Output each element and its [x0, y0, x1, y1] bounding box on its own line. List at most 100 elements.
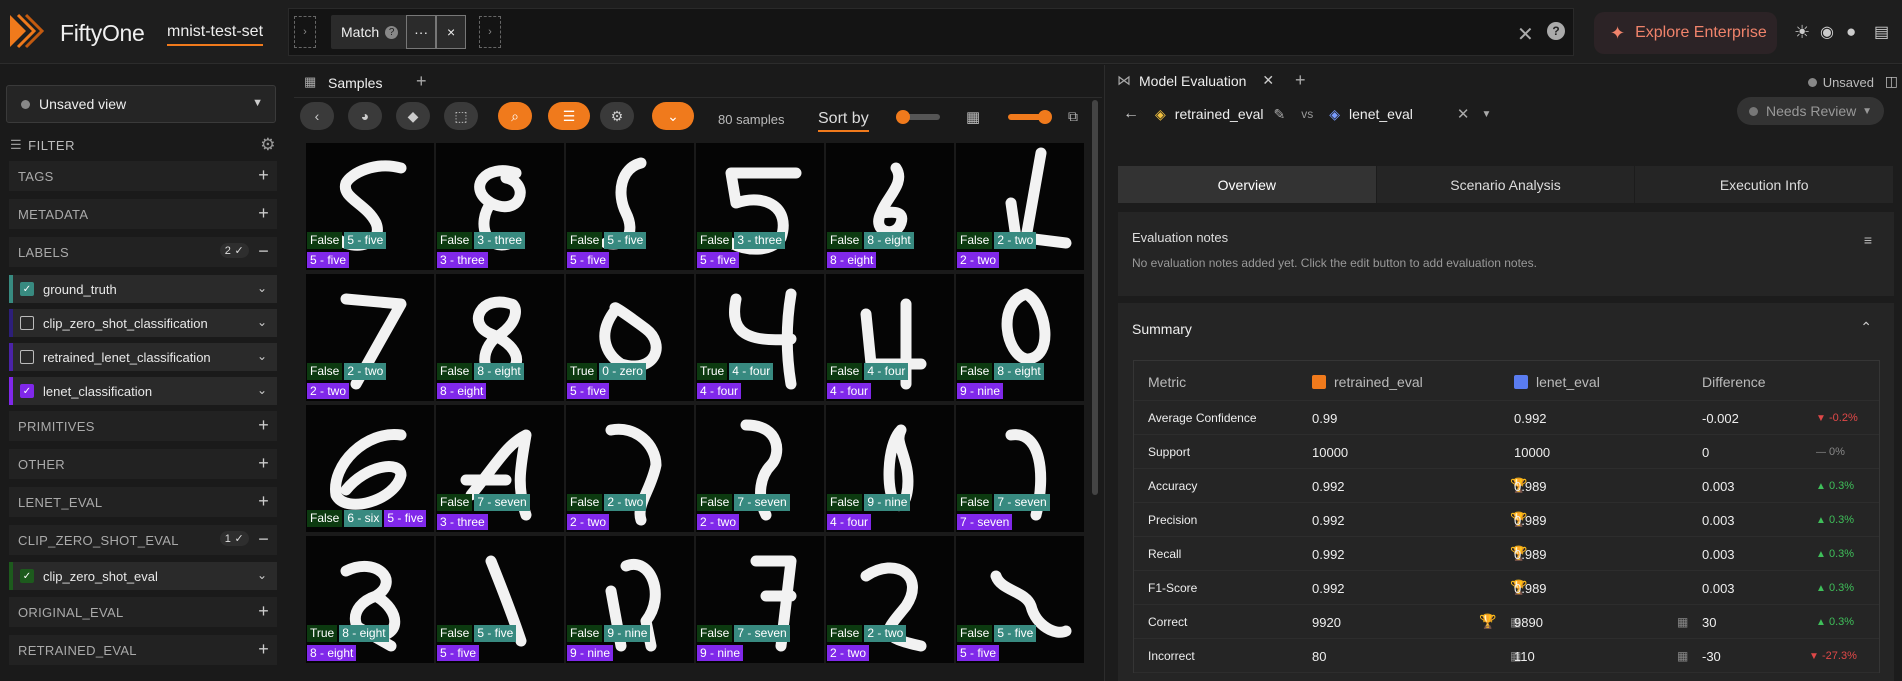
list-icon[interactable]: ☰ [548, 102, 590, 130]
sample-tile[interactable]: False 4 - four 4 - four [826, 274, 954, 401]
add-panel-icon[interactable]: + [416, 71, 427, 92]
split-panel-icon[interactable]: ◫ [1885, 73, 1898, 90]
chevron-down-icon[interactable]: ⌄ [257, 349, 267, 363]
plus-icon[interactable]: + [258, 639, 269, 660]
sample-tile[interactable]: False 6 - six 5 - five [306, 405, 434, 532]
sample-tile[interactable]: False 5 - five 5 - five [306, 143, 434, 270]
sample-tile[interactable]: False 2 - two 2 - two [306, 274, 434, 401]
sample-tile[interactable]: False 5 - five 5 - five [436, 536, 564, 663]
plus-icon[interactable]: + [258, 415, 269, 436]
sample-tile[interactable]: False 5 - five 5 - five [956, 536, 1084, 663]
collapse-chevron-icon[interactable]: ⌃ [1860, 319, 1872, 336]
plus-icon[interactable]: + [258, 165, 269, 186]
checkbox-checked-icon[interactable]: ✓ [20, 384, 34, 398]
sample-tile[interactable]: False 7 - seven 2 - two [696, 405, 824, 532]
plus-icon[interactable]: + [258, 491, 269, 512]
sample-tile[interactable]: False 7 - seven 7 - seven [956, 405, 1084, 532]
field-clip-zero-shot-eval[interactable]: ✓ clip_zero_shot_eval ⌄ [9, 562, 277, 590]
tab-model-evaluation[interactable]: ⋈ Model Evaluation ✕ [1117, 72, 1274, 89]
sample-tile[interactable]: False 9 - nine 4 - four [826, 405, 954, 532]
review-status-button[interactable]: Needs Review ▼ [1737, 97, 1884, 125]
checkbox-checked-icon[interactable]: ✓ [20, 282, 34, 296]
search-icon[interactable]: ⌕ [498, 102, 532, 130]
sample-tile[interactable]: True 8 - eight 8 - eight [306, 536, 434, 663]
match-stage[interactable]: Match ? ··· × [331, 15, 467, 49]
sidebar-toggle-chevron-icon[interactable]: ‹ [300, 102, 334, 130]
edit-notes-icon[interactable]: ≡ [1864, 232, 1872, 248]
chevron-down-icon[interactable]: ⌄ [257, 383, 267, 397]
sample-tile[interactable]: False 8 - eight 8 - eight [826, 143, 954, 270]
group-primitives[interactable]: PRIMITIVES + [9, 411, 277, 441]
group-clip-zero-shot-eval[interactable]: CLIP_ZERO_SHOT_EVAL 1 ✓ − [9, 525, 277, 555]
tab-execution-info[interactable]: Execution Info [1635, 166, 1895, 203]
discord-icon[interactable]: ◉ [1820, 22, 1834, 42]
view-samples-icon[interactable]: ▦ [1677, 615, 1688, 629]
checkbox-icon[interactable] [20, 316, 34, 330]
plus-icon[interactable]: + [258, 203, 269, 224]
help-icon[interactable]: ? [385, 25, 399, 39]
size-slider-handle[interactable] [1038, 110, 1052, 124]
sample-tile[interactable]: True 0 - zero 5 - five [566, 274, 694, 401]
settings-gear-icon[interactable]: ⚙ [600, 102, 634, 130]
tag-icon[interactable]: ◆ [396, 102, 430, 130]
sample-tile[interactable]: False 7 - seven 3 - three [436, 405, 564, 532]
clear-view-icon[interactable]: ✕ [1517, 22, 1534, 47]
close-tab-icon[interactable]: ✕ [1262, 72, 1274, 89]
docs-icon[interactable]: ▤ [1874, 22, 1889, 42]
plus-icon[interactable]: + [258, 453, 269, 474]
sample-tile[interactable]: False 8 - eight 8 - eight [436, 274, 564, 401]
dataset-selector[interactable]: mnist-test-set [167, 23, 264, 46]
explore-enterprise-button[interactable]: ✦ Explore Enterprise [1594, 12, 1777, 54]
grid-view-icon[interactable]: ▦ [966, 108, 980, 126]
tab-overview[interactable]: Overview [1118, 166, 1377, 203]
view-samples-icon[interactable]: ▦ [1677, 649, 1688, 663]
fiftyone-logo-icon[interactable] [6, 11, 46, 51]
clear-compare-icon[interactable]: ✕ [1457, 105, 1470, 123]
chevron-down-icon[interactable]: ⌄ [257, 568, 267, 582]
tab-scenario-analysis[interactable]: Scenario Analysis [1377, 166, 1636, 203]
group-metadata[interactable]: METADATA + [9, 199, 277, 229]
chevron-down-icon[interactable]: ⌄ [652, 102, 694, 130]
minus-icon[interactable]: − [258, 241, 269, 262]
sample-tile[interactable]: False 3 - three 3 - three [436, 143, 564, 270]
more-button[interactable]: ··· [406, 15, 437, 49]
back-arrow-icon[interactable]: ← [1123, 105, 1139, 123]
add-panel-icon[interactable]: + [1295, 70, 1306, 91]
expand-icon[interactable]: ⧉ [1068, 108, 1078, 125]
field-retrained-lenet-classification[interactable]: retrained_lenet_classification ⌄ [9, 343, 277, 371]
group-other[interactable]: OTHER + [9, 449, 277, 479]
size-slider[interactable] [1008, 110, 1052, 124]
theme-sun-icon[interactable]: ☀ [1794, 22, 1810, 43]
view-selector[interactable]: Unsaved view ▼ [6, 85, 276, 123]
view-bar-help-icon[interactable]: ? [1547, 22, 1565, 40]
view-bar-right-chevron-icon[interactable]: › [479, 16, 501, 48]
sample-tile[interactable]: False 7 - seven 9 - nine [696, 536, 824, 663]
sample-tile[interactable]: False 2 - two 2 - two [956, 143, 1084, 270]
zoom-slider[interactable] [896, 110, 940, 124]
sample-tile[interactable]: False 2 - two 2 - two [566, 405, 694, 532]
edit-pencil-icon[interactable]: ✎ [1274, 106, 1286, 123]
color-palette-icon[interactable]: ◕ [348, 102, 382, 130]
zoom-slider-handle[interactable] [896, 110, 910, 124]
group-lenet-eval[interactable]: LENET_EVAL + [9, 487, 277, 517]
group-original-eval[interactable]: ORIGINAL_EVAL + [9, 597, 277, 627]
sample-tile[interactable]: False 3 - three 5 - five [696, 143, 824, 270]
field-lenet-classification[interactable]: ✓ lenet_classification ⌄ [9, 377, 277, 405]
patches-icon[interactable]: ⬚ [444, 102, 478, 130]
remove-stage-button[interactable]: × [436, 15, 467, 49]
sort-by-selector[interactable]: Sort by [818, 110, 869, 132]
group-labels[interactable]: LABELS 2 ✓ − [9, 237, 277, 267]
group-retrained-eval[interactable]: RETRAINED_EVAL + [9, 635, 277, 665]
sample-tile[interactable]: True 4 - four 4 - four [696, 274, 824, 401]
tab-samples[interactable]: Samples [328, 75, 382, 91]
gear-icon[interactable]: ⚙ [260, 135, 276, 155]
sample-tile[interactable]: False 2 - two 2 - two [826, 536, 954, 663]
view-bar-left-chevron-icon[interactable]: › [294, 16, 316, 48]
chevron-down-icon[interactable]: ⌄ [257, 315, 267, 329]
sample-tile[interactable]: False 5 - five 5 - five [566, 143, 694, 270]
sample-tile[interactable]: False 9 - nine 9 - nine [566, 536, 694, 663]
grid-scrollbar[interactable] [1092, 100, 1098, 495]
group-tags[interactable]: TAGS + [9, 161, 277, 191]
field-ground-truth[interactable]: ✓ ground_truth ⌄ [9, 275, 277, 303]
minus-icon[interactable]: − [258, 529, 269, 550]
